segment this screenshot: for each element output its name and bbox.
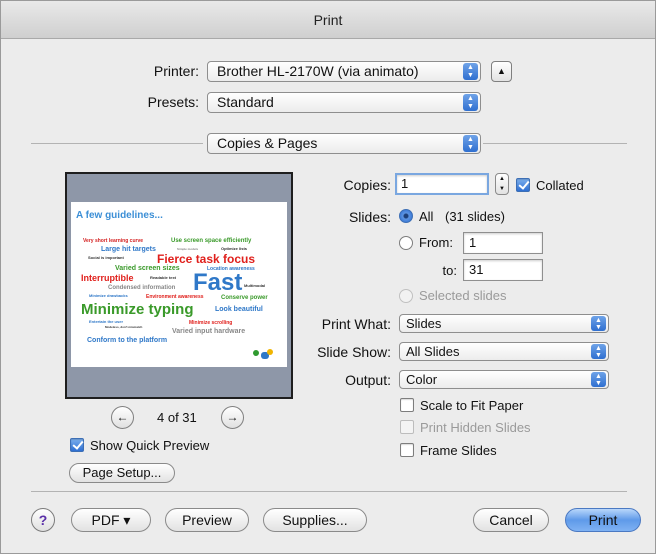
section-popup[interactable]: Copies & Pages ▲ ▼: [207, 133, 481, 154]
slides-to-label: to:: [442, 263, 457, 278]
slide-show-label: Slide Show:: [317, 344, 391, 360]
slides-from-field[interactable]: 1: [463, 232, 543, 254]
slide-word: Conform to the platform: [87, 337, 168, 344]
slide-word: Simple models: [177, 247, 199, 251]
print-dialog: Print Printer: Brother HL-2170W (via ani…: [0, 0, 656, 554]
slide-word: Environment awareness: [146, 294, 204, 300]
slide-word: Multimodal: [244, 283, 266, 288]
slide-word: Conserve power: [221, 295, 268, 301]
cancel-button[interactable]: Cancel: [473, 508, 549, 532]
supplies-button[interactable]: Supplies...: [263, 508, 367, 532]
print-hidden-checkbox[interactable]: [400, 420, 414, 434]
show-quick-preview-checkbox[interactable]: [70, 438, 84, 452]
updown-arrows-icon: ▲ ▼: [591, 316, 606, 331]
page-setup-button[interactable]: Page Setup...: [69, 463, 175, 483]
separator-left: [31, 143, 203, 144]
printer-label: Printer:: [153, 63, 199, 79]
slides-from-label: From:: [419, 235, 453, 250]
print-hidden-label: Print Hidden Slides: [420, 420, 531, 435]
selected-slides-label: Selected slides: [419, 288, 507, 303]
slide-word: Large hit targets: [101, 246, 156, 253]
frame-slides-label: Frame Slides: [420, 443, 497, 458]
selected-slides-radio[interactable]: [399, 289, 413, 303]
slide-word: Look beautiful: [215, 306, 263, 313]
slide-word: Minimize scrolling: [189, 320, 233, 326]
presets-popup[interactable]: Standard ▲ ▼: [207, 92, 481, 113]
print-what-popup[interactable]: Slides ▲ ▼: [399, 314, 609, 333]
show-quick-preview-label: Show Quick Preview: [90, 438, 210, 453]
slide-word: Minimize typing: [81, 301, 194, 318]
slide-word: Condensed information: [108, 285, 176, 291]
slide-word: Use screen space efficiently: [171, 238, 252, 244]
output-label: Output:: [345, 372, 391, 388]
updown-arrows-icon: ▲ ▼: [463, 135, 478, 152]
slide-logo-icon: [267, 349, 273, 355]
copies-field[interactable]: 1: [395, 173, 489, 195]
printer-popup[interactable]: Brother HL-2170W (via animato) ▲ ▼: [207, 61, 481, 82]
slide-word: Readable text: [150, 275, 177, 280]
print-what-value: Slides: [406, 316, 442, 331]
help-button[interactable]: ?: [31, 508, 55, 532]
slide-show-popup[interactable]: All Slides ▲ ▼: [399, 342, 609, 361]
slide-show-value: All Slides: [406, 344, 460, 359]
help-icon: ?: [38, 512, 48, 528]
slide-word: Modeless, don't mismatch: [105, 325, 143, 329]
presets-value: Standard: [217, 94, 274, 110]
printer-value: Brother HL-2170W (via animato): [217, 63, 419, 79]
previous-page-button[interactable]: ←: [111, 406, 134, 429]
print-what-label: Print What:: [321, 316, 391, 332]
slides-count: (31 slides): [445, 209, 505, 224]
copies-label: Copies:: [343, 177, 391, 193]
slide-word: Very short learning curve: [83, 238, 144, 244]
slide-word: Entertain the user: [89, 319, 124, 324]
preview-button[interactable]: Preview: [165, 508, 249, 532]
slide-word: Optimize lists: [221, 246, 248, 251]
slides-to-field[interactable]: 31: [463, 259, 543, 281]
pdf-menu-button[interactable]: PDF ▾: [71, 508, 151, 532]
presets-label: Presets:: [147, 94, 199, 110]
collated-checkbox[interactable]: [516, 178, 530, 192]
updown-arrows-icon: ▲ ▼: [463, 63, 478, 80]
bottom-separator: [31, 491, 627, 492]
window-title: Print: [1, 1, 655, 39]
page-indicator: 4 of 31: [157, 410, 197, 425]
next-page-button[interactable]: →: [221, 406, 244, 429]
updown-arrows-icon: ▲ ▼: [463, 94, 478, 111]
frame-slides-checkbox[interactable]: [400, 443, 414, 457]
triangle-up-icon: ▲: [497, 66, 506, 76]
slides-label: Slides:: [348, 209, 391, 225]
updown-arrows-icon: ▲ ▼: [591, 344, 606, 359]
output-popup[interactable]: Color ▲ ▼: [399, 370, 609, 389]
copies-stepper[interactable]: ▲ ▼: [495, 173, 509, 195]
slides-all-label: All: [419, 209, 434, 224]
arrow-left-icon: ←: [116, 410, 129, 424]
collated-label: Collated: [536, 178, 584, 193]
slide-word: Varied input hardware: [172, 328, 246, 335]
section-value: Copies & Pages: [217, 135, 318, 151]
separator-right: [483, 143, 627, 144]
output-value: Color: [406, 372, 438, 387]
arrow-right-icon: →: [226, 410, 239, 424]
scale-to-fit-label: Scale to Fit Paper: [420, 398, 524, 413]
stepper-arrows-icon: ▲ ▼: [499, 176, 505, 192]
updown-arrows-icon: ▲ ▼: [591, 372, 606, 387]
slide-word: Fierce task focus: [157, 252, 256, 266]
scale-to-fit-checkbox[interactable]: [400, 398, 414, 412]
disclosure-collapse-button[interactable]: ▲: [491, 61, 512, 82]
slide-word: Interruptible: [81, 273, 134, 283]
slide-word: Minimize drawbacks: [89, 293, 128, 298]
slides-from-radio[interactable]: [399, 236, 413, 250]
slides-all-radio[interactable]: [399, 209, 413, 223]
slide-logo-icon: [253, 350, 259, 356]
slide-title: A few guidelines...: [76, 210, 163, 221]
slide-preview: A few guidelines... Very short learning …: [71, 202, 287, 367]
slide-word: Varied screen sizes: [115, 265, 180, 272]
slide-word: Fast: [193, 269, 243, 296]
slide-word: Social is important: [88, 255, 124, 260]
print-button[interactable]: Print: [565, 508, 641, 532]
